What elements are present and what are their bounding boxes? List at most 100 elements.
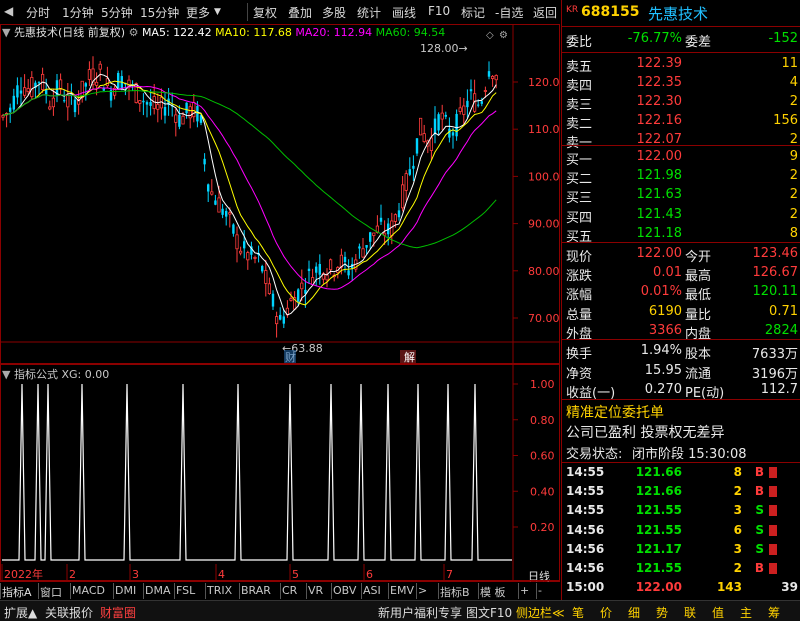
overlay-button[interactable]: 叠加 (288, 4, 312, 21)
ask-price: 122.30 (636, 94, 683, 109)
candle-body (19, 90, 23, 94)
tick-cell: 3 (733, 503, 742, 518)
candle-body (51, 97, 56, 108)
tab-16[interactable]: 模 板 (480, 584, 506, 600)
tick-cell: 121.66 (635, 465, 682, 479)
expand-button[interactable]: 扩展▲ (4, 604, 37, 621)
trade-status-value: 闭市阶段 15:30:08 (632, 447, 747, 462)
settings-icon[interactable]: ⚙ (499, 30, 508, 41)
tab-6[interactable]: FSL (176, 584, 195, 597)
tab-17[interactable]: + (520, 584, 529, 597)
candle-body (59, 79, 63, 90)
candle-body (433, 118, 437, 134)
tick-row: 14:55 121.66 2 B (562, 482, 800, 501)
tick-cell: B (754, 561, 764, 575)
tab-12[interactable]: ASI (363, 584, 381, 597)
new-user-welfare-link[interactable]: 新用户福利专享 (378, 604, 462, 621)
bid-volume: 2 (789, 168, 798, 184)
tick-flag-icon (769, 505, 777, 517)
candle-body (16, 85, 19, 98)
collapse-icon[interactable]: ◀ (4, 4, 13, 18)
candle-body (444, 114, 447, 117)
stats-button[interactable]: 统计 (357, 4, 381, 21)
candle-body (437, 114, 440, 131)
tab-4[interactable]: DMI (115, 584, 136, 597)
wealth-circle-button[interactable]: 财富圈 (100, 604, 136, 621)
candle-body (30, 77, 34, 98)
candle-body (12, 95, 15, 110)
tab-8[interactable]: BRAR (241, 584, 271, 597)
candle-body (274, 316, 279, 325)
stat-value: 126.67 (752, 265, 799, 281)
bid-price: 121.43 (636, 206, 683, 222)
diamond-icon[interactable]: ◇ (486, 30, 494, 41)
candle-body (271, 293, 275, 307)
tab-11[interactable]: OBV (333, 584, 356, 597)
side-tab-5[interactable]: 联 (684, 604, 696, 621)
candle-body (238, 250, 243, 254)
tick-cell: 2 (733, 484, 742, 499)
back-button[interactable]: 返回 (533, 4, 557, 21)
settings-gear-icon[interactable]: ⚙ (129, 26, 139, 39)
side-tab-7[interactable]: 主 (740, 604, 752, 621)
tab-15min[interactable]: 15分钟 (140, 4, 179, 21)
tab-15[interactable]: 指标B (440, 584, 470, 600)
side-tab-1[interactable]: 笔 (572, 604, 584, 621)
candle-body (466, 100, 469, 108)
graphic-f10-button[interactable]: 图文F10 (466, 604, 512, 621)
tab-more[interactable]: 更多 (186, 4, 210, 21)
stat-value: 0.270 (644, 382, 682, 397)
weibi-value: -76.77% (627, 31, 682, 46)
side-tab-6[interactable]: 值 (712, 604, 724, 621)
add-favorite-button[interactable]: -自选 (495, 4, 523, 21)
mark-button[interactable]: 标记 (461, 4, 485, 21)
candle-body (494, 75, 498, 81)
tab-2[interactable]: 窗口 (40, 584, 62, 600)
related-quote-button[interactable]: 关联报价 (45, 604, 93, 621)
sidebar-toggle-button[interactable]: 侧边栏≪ (516, 604, 565, 621)
indicator-chart[interactable]: 1.00 0.80 0.60 0.40 0.20 2022年 2 3 4 5 6 7 (0, 364, 560, 581)
tab-18[interactable]: - (538, 584, 542, 597)
tab-9[interactable]: CR (282, 584, 297, 597)
tab-7[interactable]: TRIX (207, 584, 232, 597)
candle-body (393, 214, 398, 222)
weicha-value: -152 (768, 31, 798, 46)
multi-stock-button[interactable]: 多股 (322, 4, 346, 21)
tick-cell: 39 (781, 580, 798, 595)
tab-14[interactable]: > (418, 584, 427, 597)
tab-timeshare[interactable]: 分时 (26, 4, 50, 21)
side-tab-8[interactable]: 筹 (768, 604, 780, 621)
ask-price: 122.39 (636, 56, 683, 71)
date-axis-label: 7 (446, 568, 453, 581)
tick-cell: 2 (733, 561, 742, 575)
restore-rights-button[interactable]: 复权 (253, 4, 277, 21)
tab-1min[interactable]: 1分钟 (62, 4, 94, 21)
tab-10[interactable]: VR (308, 584, 323, 597)
trade-status-row: 交易状态: 闭市阶段 15:30:08 (562, 440, 800, 464)
side-tab-4[interactable]: 势 (656, 604, 668, 621)
legend-collapse-icon[interactable]: ▼ (2, 26, 10, 39)
more-chevron-icon[interactable]: ▼ (214, 7, 221, 17)
weicha-label: 委差 (685, 35, 712, 50)
candle-body (264, 270, 268, 284)
tick-cell: 14:55 (566, 484, 605, 499)
tab-1[interactable]: 指标A (2, 584, 32, 600)
stat-value: 2824 (764, 322, 798, 338)
tab-13[interactable]: EMV (390, 584, 414, 597)
stat-value: 112.7 (760, 382, 798, 397)
draw-line-button[interactable]: 画线 (392, 4, 416, 21)
bid-volume: 2 (789, 206, 798, 222)
kline-chart[interactable]: 120.0110.0100.090.0080.0070.00 128.00→←6… (0, 24, 560, 364)
ma5-line (2, 73, 497, 316)
ma10-label: MA10: 117.68 (215, 26, 292, 39)
side-tab-3[interactable]: 细 (628, 604, 640, 621)
tab-5min[interactable]: 5分钟 (101, 4, 133, 21)
side-tab-2[interactable]: 价 (600, 604, 612, 621)
tick-cell: 121.55 (635, 503, 682, 518)
tab-5[interactable]: DMA (145, 584, 171, 597)
f10-button[interactable]: F10 (428, 4, 450, 18)
candle-body (105, 78, 109, 87)
event-unlock-marker[interactable]: 解 (404, 350, 415, 364)
tab-3[interactable]: MACD (72, 584, 105, 597)
indicator-tabs: 指标A 窗口 MACD DMI DMA FSL TRIX BRAR CR VR OBV ASI EMV >… (0, 570, 560, 600)
